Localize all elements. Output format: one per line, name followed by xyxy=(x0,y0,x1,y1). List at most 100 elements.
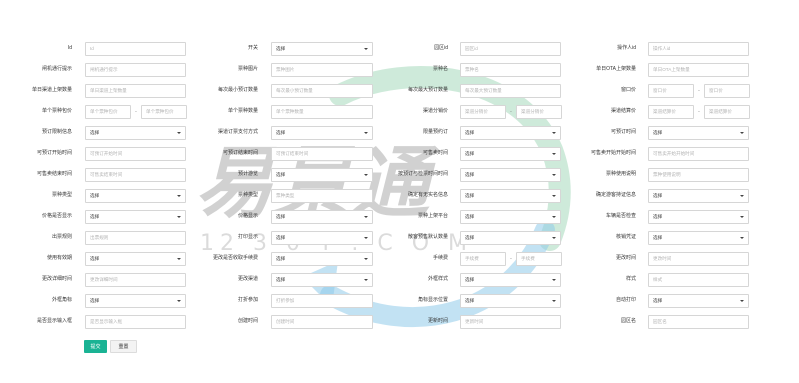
text-input[interactable]: 单日OTA上架数量 xyxy=(648,63,749,77)
text-input[interactable]: 更改时间 xyxy=(648,252,749,266)
text-input[interactable]: 操作人id xyxy=(648,42,749,56)
select-field[interactable]: 选择 xyxy=(648,294,749,308)
text-input[interactable]: 票种类型 xyxy=(271,189,373,203)
text-input[interactable]: 每次最大预订数量 xyxy=(460,84,561,98)
text-input[interactable]: 园区id xyxy=(460,42,561,56)
range-max-input[interactable]: 窗口价 xyxy=(704,84,750,98)
text-input[interactable]: 闸机通行提示 xyxy=(85,63,186,77)
field-label: 是否显示输入框 xyxy=(36,318,72,324)
select-field[interactable]: 选择 xyxy=(460,273,561,287)
text-input[interactable]: 出票规则 xyxy=(85,231,186,245)
field-label: 角标显示位置 xyxy=(417,297,448,303)
select-field[interactable]: 选择 xyxy=(271,210,373,224)
form-row: 单个票种包价 单个票种包价 - 单个票种包价 单个票种数量 单个票种数量 渠道分销价 渠道分销… xyxy=(0,103,799,124)
select-field[interactable]: 选择 xyxy=(648,189,749,203)
chevron-down-icon xyxy=(364,237,368,239)
text-input[interactable]: 可售卖开始开始时间 xyxy=(648,147,749,161)
range-min-input[interactable]: 渠道分销价 xyxy=(460,105,506,119)
text-input[interactable]: 是否显示输入框 xyxy=(85,315,186,329)
field-label: 可预订开始时间 xyxy=(36,150,72,156)
select-field[interactable]: 选择 xyxy=(460,126,561,140)
field-label: 可预订时间 xyxy=(610,129,636,135)
field-label: 确定游客持证信息 xyxy=(595,192,636,198)
field-label: 可售卖开始开始时间 xyxy=(590,150,636,156)
reset-button[interactable]: 重置 xyxy=(110,340,137,353)
chevron-down-icon xyxy=(552,300,556,302)
range-min-input[interactable]: 单个票种包价 xyxy=(85,105,131,119)
field-label: 更改渠道 xyxy=(237,276,258,282)
text-input[interactable]: 更新时间 xyxy=(460,315,561,329)
range-max-input[interactable]: 渠道分销价 xyxy=(516,105,562,119)
field-label: 更新时间 xyxy=(427,318,448,324)
range-min-input[interactable]: 渠道结算价 xyxy=(648,105,694,119)
select-field[interactable]: 选择 xyxy=(460,147,561,161)
range-min-input[interactable]: 窗口价 xyxy=(648,84,694,98)
range-max-input[interactable]: 单个票种包价 xyxy=(141,105,187,119)
select-field[interactable]: 选择 xyxy=(460,231,561,245)
select-field[interactable]: 选择 xyxy=(85,189,186,203)
select-value: 选择 xyxy=(465,193,475,198)
text-input[interactable]: 单个票种数量 xyxy=(271,105,373,119)
field-label: 每次最大预订数量 xyxy=(407,87,448,93)
select-field[interactable]: 选择 xyxy=(85,210,186,224)
form-row: 更改详细时间 更改详细时间 更改渠道 选择 外框样式 选择 样式 样式 xyxy=(0,271,799,292)
text-input[interactable]: 打折参加 xyxy=(271,294,373,308)
select-field[interactable]: 选择 xyxy=(648,210,749,224)
select-value: 选择 xyxy=(276,256,286,261)
text-input[interactable]: Id xyxy=(85,42,186,56)
submit-button[interactable]: 提交 xyxy=(84,340,107,353)
text-input[interactable]: 单日渠道上架数量 xyxy=(85,84,186,98)
field-label: 单个票种包价 xyxy=(41,108,72,114)
select-field[interactable]: 选择 xyxy=(648,126,749,140)
select-field[interactable]: 选择 xyxy=(271,252,373,266)
form-row: 使用有效期 选择 更改是否收取手续费 选择 手续费 手续费 - 手续费 更改时间 更改时间 xyxy=(0,250,799,271)
text-input[interactable]: 可预订结束时间 xyxy=(271,147,373,161)
chevron-down-icon xyxy=(364,279,368,281)
field-label: 单日OTA上架数量 xyxy=(596,66,636,72)
select-field[interactable]: 选择 xyxy=(460,294,561,308)
form-row: 票种类型 选择 票种类型 票种类型 确定有无实名信息 选择 确定游客持证信息 选择 xyxy=(0,187,799,208)
field-label: 票种名 xyxy=(432,66,448,72)
select-field[interactable]: 选择 xyxy=(271,273,373,287)
select-field[interactable]: 选择 xyxy=(460,189,561,203)
select-value: 选择 xyxy=(653,193,663,198)
text-input[interactable]: 样式 xyxy=(648,273,749,287)
chevron-down-icon xyxy=(552,132,556,134)
text-input[interactable]: 创建时间 xyxy=(271,315,373,329)
select-field[interactable]: 选择 xyxy=(271,168,373,182)
field-label: 票种类型 xyxy=(237,192,258,198)
text-input[interactable]: 票种图片 xyxy=(271,63,373,77)
select-field[interactable]: 选择 xyxy=(648,231,749,245)
text-input[interactable]: 可预订开始时间 xyxy=(85,147,186,161)
select-field[interactable]: 选择 xyxy=(460,168,561,182)
select-value: 选择 xyxy=(465,151,475,156)
field-label: Id xyxy=(67,45,72,51)
select-field[interactable]: 选择 xyxy=(271,231,373,245)
range-min-input[interactable]: 手续费 xyxy=(460,252,506,266)
range-separator: - xyxy=(510,256,512,262)
chevron-down-icon xyxy=(740,237,744,239)
field-label: 渠道分销价 xyxy=(422,108,448,114)
chevron-down-icon xyxy=(740,216,744,218)
select-value: 选择 xyxy=(276,214,286,219)
select-field[interactable]: 选择 xyxy=(271,126,373,140)
text-input[interactable]: 每次最小预订数量 xyxy=(271,84,373,98)
field-label: 确定有无实名信息 xyxy=(407,192,448,198)
select-value: 选择 xyxy=(465,130,475,135)
field-label: 园区名 xyxy=(620,318,636,324)
select-field[interactable]: 选择 xyxy=(85,126,186,140)
text-input[interactable]: 票种使用说明 xyxy=(648,168,749,182)
field-label: 手续费 xyxy=(432,255,448,261)
text-input[interactable]: 园区名 xyxy=(648,315,749,329)
range-max-input[interactable]: 手续费 xyxy=(516,252,562,266)
text-input[interactable]: 票种名 xyxy=(460,63,561,77)
range-max-input[interactable]: 渠道结算价 xyxy=(704,105,750,119)
text-input[interactable]: 更改详细时间 xyxy=(85,273,186,287)
select-field[interactable]: 选择 xyxy=(85,294,186,308)
field-label: 票种上架平台 xyxy=(417,213,448,219)
select-field[interactable]: 选择 xyxy=(85,252,186,266)
chevron-down-icon xyxy=(552,153,556,155)
select-field[interactable]: 选择 xyxy=(271,42,373,56)
text-input[interactable]: 可售卖结束时间 xyxy=(85,168,186,182)
select-field[interactable]: 选择 xyxy=(460,210,561,224)
